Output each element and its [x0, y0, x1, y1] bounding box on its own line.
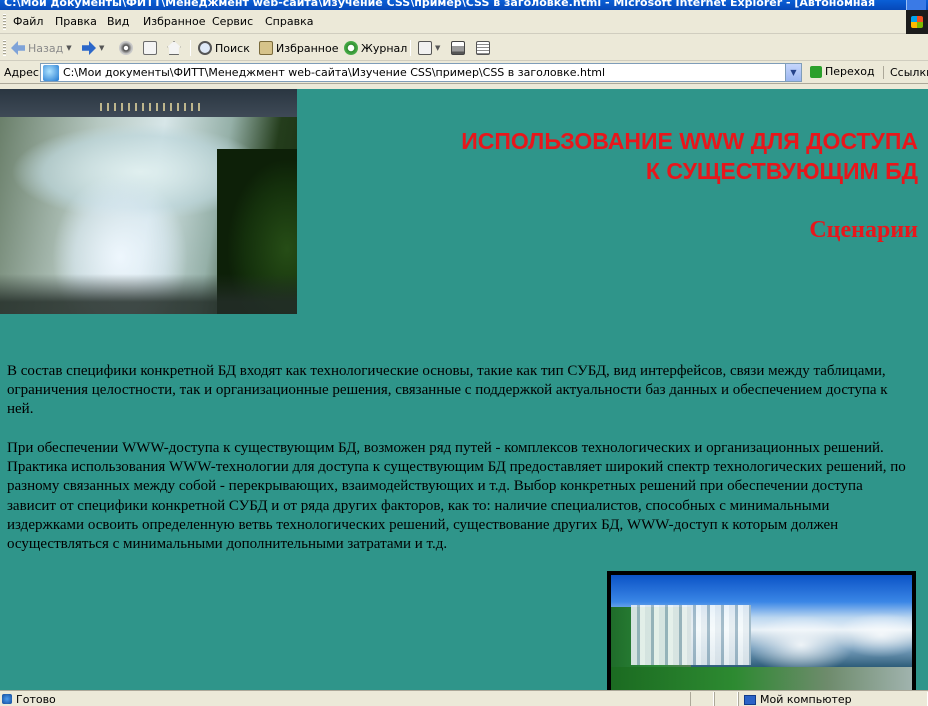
- address-bar: Адрес C:\Мои документы\ФИТТ\Менеджмент w…: [0, 62, 928, 84]
- menu-bar: Файл Правка Вид Избранное Сервис Справка: [0, 10, 928, 34]
- refresh-icon: [143, 41, 157, 55]
- address-label: Адрес: [4, 66, 39, 79]
- mail-button[interactable]: ▼: [418, 39, 440, 57]
- history-button[interactable]: Журнал: [344, 39, 407, 57]
- go-button[interactable]: Переход: [810, 65, 875, 78]
- paragraph-1: В состав специфики конкретной БД входят …: [7, 363, 888, 418]
- standard-toolbar: Назад ▼ ▼ Поиск Избранное Журнал ▼: [0, 35, 928, 61]
- search-icon: [198, 41, 212, 55]
- status-text: Готово: [16, 693, 56, 706]
- address-input[interactable]: C:\Мои документы\ФИТТ\Менеджмент web-сай…: [40, 63, 802, 82]
- page-heading-line1: ИСПОЛЬЗОВАНИЕ WWW ДЛЯ ДОСТУПА: [461, 128, 918, 154]
- chevron-down-icon[interactable]: ▼: [99, 44, 104, 52]
- document-icon: [476, 41, 490, 55]
- favorites-button[interactable]: Избранное: [259, 39, 338, 57]
- edit-button[interactable]: [476, 39, 490, 57]
- stop-icon: [119, 41, 133, 55]
- mail-icon: [418, 41, 432, 55]
- forward-button[interactable]: ▼: [82, 39, 104, 57]
- menu-edit[interactable]: Правка: [55, 15, 97, 28]
- home-button[interactable]: [167, 39, 181, 57]
- menu-file[interactable]: Файл: [13, 15, 43, 28]
- menu-tools[interactable]: Сервис: [212, 15, 253, 28]
- toolbar-grip[interactable]: [3, 40, 6, 56]
- refresh-button[interactable]: [143, 39, 157, 57]
- toolbar-separator: [410, 40, 411, 56]
- print-button[interactable]: [451, 39, 465, 57]
- window-title: C:\Мои документы\ФИТТ\Менеджмент web-сай…: [4, 0, 876, 9]
- title-bar: C:\Мои документы\ФИТТ\Менеджмент web-сай…: [0, 0, 928, 10]
- go-button-label: Переход: [825, 65, 875, 78]
- search-button[interactable]: Поиск: [198, 39, 250, 57]
- paragraph-2: При обеспечении WWW-доступа к существующ…: [7, 440, 906, 553]
- security-zone-label: Мой компьютер: [760, 693, 852, 706]
- history-button-label: Журнал: [361, 41, 408, 55]
- status-bar: Готово Мой компьютер: [0, 690, 928, 706]
- address-url[interactable]: C:\Мои документы\ФИТТ\Менеджмент web-сай…: [63, 66, 785, 79]
- waterfall-photo-top: [0, 89, 297, 314]
- toolbar-separator: [190, 40, 191, 56]
- search-button-label: Поиск: [215, 41, 250, 55]
- menu-favorites[interactable]: Избранное: [143, 15, 205, 28]
- back-arrow-icon: [11, 41, 25, 55]
- history-icon: [344, 41, 358, 55]
- window-control-button[interactable]: [906, 0, 926, 10]
- go-arrow-icon: [810, 65, 822, 78]
- page-status-icon: [2, 694, 12, 704]
- printer-icon: [451, 41, 465, 55]
- computer-icon: [744, 694, 756, 705]
- favorites-button-label: Избранное: [276, 41, 339, 55]
- chevron-down-icon[interactable]: ▼: [66, 44, 71, 52]
- links-button[interactable]: Ссылки: [883, 66, 928, 79]
- toolbar-grip[interactable]: [3, 14, 6, 30]
- menu-view[interactable]: Вид: [107, 15, 129, 28]
- status-pane: [714, 692, 738, 706]
- page-viewport: ИСПОЛЬЗОВАНИЕ WWW ДЛЯ ДОСТУПА К СУЩЕСТВУ…: [0, 89, 928, 690]
- status-pane: [690, 692, 714, 706]
- home-icon: [167, 41, 181, 55]
- page-subheading: Сценарии: [809, 217, 918, 243]
- forward-arrow-icon: [82, 41, 96, 55]
- address-dropdown-button[interactable]: ▼: [785, 64, 801, 81]
- page-heading-line2: К СУЩЕСТВУЮЩИМ БД: [645, 158, 918, 184]
- security-zone: Мой компьютер: [744, 693, 852, 706]
- waterfall-photo-bottom: [607, 571, 916, 690]
- menu-help[interactable]: Справка: [265, 15, 313, 28]
- page-icon: [43, 64, 59, 81]
- back-button[interactable]: Назад ▼: [11, 39, 72, 57]
- windows-logo-icon: [906, 10, 928, 34]
- stop-button[interactable]: [119, 39, 133, 57]
- page-heading: ИСПОЛЬЗОВАНИЕ WWW ДЛЯ ДОСТУПА К СУЩЕСТВУ…: [378, 126, 918, 186]
- chevron-down-icon[interactable]: ▼: [435, 44, 440, 52]
- favorites-icon: [259, 41, 273, 55]
- back-button-label: Назад: [28, 41, 64, 55]
